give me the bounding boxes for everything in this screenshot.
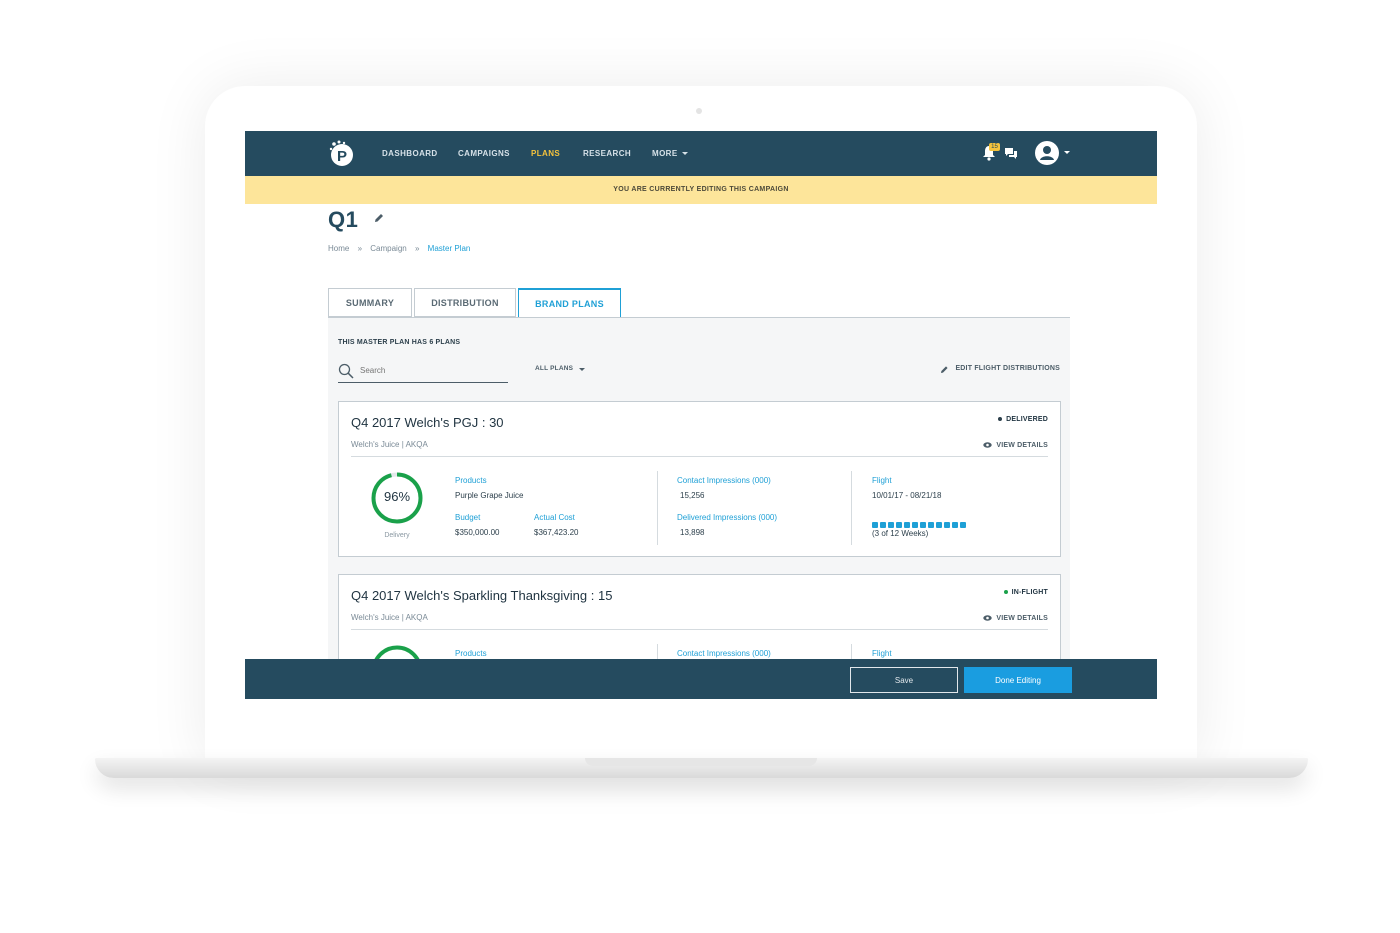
nav-dashboard[interactable]: DASHBOARD bbox=[382, 149, 438, 158]
column-divider bbox=[851, 471, 852, 545]
card-divider bbox=[351, 629, 1048, 630]
actual-cost-label: Actual Cost bbox=[534, 513, 575, 522]
page-title: Q1 bbox=[328, 207, 359, 232]
breadcrumb-separator: » bbox=[357, 244, 363, 253]
column-divider bbox=[657, 471, 658, 545]
breadcrumb-campaign[interactable]: Campaign bbox=[370, 244, 406, 253]
status-text: DELIVERED bbox=[1006, 416, 1048, 423]
breadcrumb-home[interactable]: Home bbox=[328, 244, 349, 253]
flight-week-segment bbox=[960, 522, 966, 528]
brand-plans-panel: THIS MASTER PLAN HAS 6 PLANS ALL PLANS E… bbox=[328, 317, 1070, 699]
flight-week-segment bbox=[952, 522, 958, 528]
avatar-caret-icon[interactable] bbox=[1064, 151, 1070, 154]
view-details-label: VIEW DETAILS bbox=[996, 442, 1048, 449]
actual-cost-value: $367,423.20 bbox=[534, 528, 579, 537]
flight-weeks-text: (3 of 12 Weeks) bbox=[872, 529, 929, 538]
view-details-link[interactable]: VIEW DETAILS bbox=[983, 442, 1048, 449]
plan-title[interactable]: Q4 2017 Welch's PGJ : 30 bbox=[351, 415, 504, 430]
user-avatar[interactable] bbox=[1035, 141, 1059, 165]
status-text: IN-FLIGHT bbox=[1011, 589, 1048, 596]
budget-label: Budget bbox=[455, 513, 481, 522]
user-icon bbox=[1040, 146, 1054, 160]
top-nav-bar: P DASHBOARD CAMPAIGNS PLANS RESEARCH MOR… bbox=[245, 131, 1157, 176]
delivered-impressions-label: Delivered Impressions (000) bbox=[677, 513, 778, 522]
view-details-label: VIEW DETAILS bbox=[996, 615, 1048, 622]
contact-impressions-label: Contact Impressions (000) bbox=[677, 649, 771, 658]
flight-week-segment bbox=[888, 522, 894, 528]
eye-icon bbox=[983, 615, 993, 621]
products-label: Products bbox=[455, 649, 487, 658]
tab-distribution[interactable]: DISTRIBUTION bbox=[414, 288, 516, 317]
more-caret-icon bbox=[682, 152, 688, 155]
contact-impressions-label: Contact Impressions (000) bbox=[677, 476, 771, 485]
view-details-link[interactable]: VIEW DETAILS bbox=[983, 615, 1048, 622]
tab-brand-plans[interactable]: BRAND PLANS bbox=[518, 288, 621, 318]
notification-count-badge: 15 bbox=[989, 143, 1000, 151]
products-value: Purple Grape Juice bbox=[455, 491, 524, 500]
flight-label: Flight bbox=[872, 476, 892, 485]
flight-week-segment bbox=[928, 522, 934, 528]
bottom-action-bar: Save Done Editing bbox=[245, 659, 1157, 699]
breadcrumb-master-plan: Master Plan bbox=[427, 244, 471, 253]
products-label: Products bbox=[455, 476, 487, 485]
card-divider bbox=[351, 456, 1048, 457]
editing-banner: YOU ARE CURRENTLY EDITING THIS CAMPAIGN bbox=[245, 176, 1157, 204]
edit-title-icon[interactable] bbox=[373, 212, 385, 224]
save-button[interactable]: Save bbox=[850, 667, 958, 693]
tab-summary[interactable]: SUMMARY bbox=[328, 288, 412, 317]
delivery-percent: 96% bbox=[383, 489, 411, 504]
flight-week-segment bbox=[904, 522, 910, 528]
nav-campaigns[interactable]: CAMPAIGNS bbox=[458, 149, 510, 158]
status-dot bbox=[1003, 590, 1008, 595]
pencil-icon bbox=[941, 366, 948, 373]
laptop-camera bbox=[696, 108, 702, 114]
svg-text:P: P bbox=[337, 148, 347, 165]
app-screen: P DASHBOARD CAMPAIGNS PLANS RESEARCH MOR… bbox=[245, 131, 1157, 699]
edit-flight-distributions-link[interactable]: EDIT FLIGHT DISTRIBUTIONS bbox=[955, 365, 1060, 372]
search-input[interactable] bbox=[360, 366, 500, 375]
delivered-impressions-value: 13,898 bbox=[680, 528, 705, 537]
flight-week-segment bbox=[920, 522, 926, 528]
plan-count-heading: THIS MASTER PLAN HAS 6 PLANS bbox=[338, 339, 461, 346]
search-box bbox=[338, 360, 508, 383]
status-badge: DELIVERED bbox=[998, 416, 1048, 423]
plan-title[interactable]: Q4 2017 Welch's Sparkling Thanksgiving :… bbox=[351, 588, 612, 603]
flight-weeks-bar bbox=[872, 515, 968, 528]
search-icon bbox=[338, 363, 354, 379]
flight-week-segment bbox=[944, 522, 950, 528]
plan-brand-agency: Welch's Juice | AKQA bbox=[351, 440, 428, 449]
laptop-notch bbox=[585, 758, 817, 766]
flight-week-segment bbox=[912, 522, 918, 528]
done-editing-button[interactable]: Done Editing bbox=[964, 667, 1072, 693]
app-logo-icon[interactable]: P bbox=[328, 139, 356, 167]
breadcrumb-separator: » bbox=[414, 244, 420, 253]
nav-research[interactable]: RESEARCH bbox=[583, 149, 631, 158]
contact-impressions-value: 15,256 bbox=[680, 491, 705, 500]
flight-week-segment bbox=[872, 522, 878, 528]
flight-week-segment bbox=[896, 522, 902, 528]
flight-label: Flight bbox=[872, 649, 892, 658]
eye-icon bbox=[983, 442, 993, 448]
chat-icon[interactable] bbox=[1004, 147, 1018, 160]
status-badge: IN-FLIGHT bbox=[1003, 589, 1048, 596]
nav-plans[interactable]: PLANS bbox=[531, 149, 560, 158]
filter-caret-icon[interactable] bbox=[579, 368, 585, 371]
flight-dates: 10/01/17 - 08/21/18 bbox=[872, 491, 942, 500]
flight-week-segment bbox=[936, 522, 942, 528]
plan-card[interactable]: Q4 2017 Welch's PGJ : 30 Welch's Juice |… bbox=[338, 401, 1061, 557]
breadcrumb: Home » Campaign » Master Plan bbox=[328, 244, 476, 253]
nav-more[interactable]: MORE bbox=[652, 149, 678, 158]
status-dot bbox=[998, 417, 1003, 422]
flight-week-segment bbox=[880, 522, 886, 528]
plan-brand-agency: Welch's Juice | AKQA bbox=[351, 613, 428, 622]
budget-value: $350,000.00 bbox=[455, 528, 500, 537]
all-plans-filter[interactable]: ALL PLANS bbox=[535, 365, 573, 372]
delivery-caption: Delivery bbox=[384, 532, 410, 539]
